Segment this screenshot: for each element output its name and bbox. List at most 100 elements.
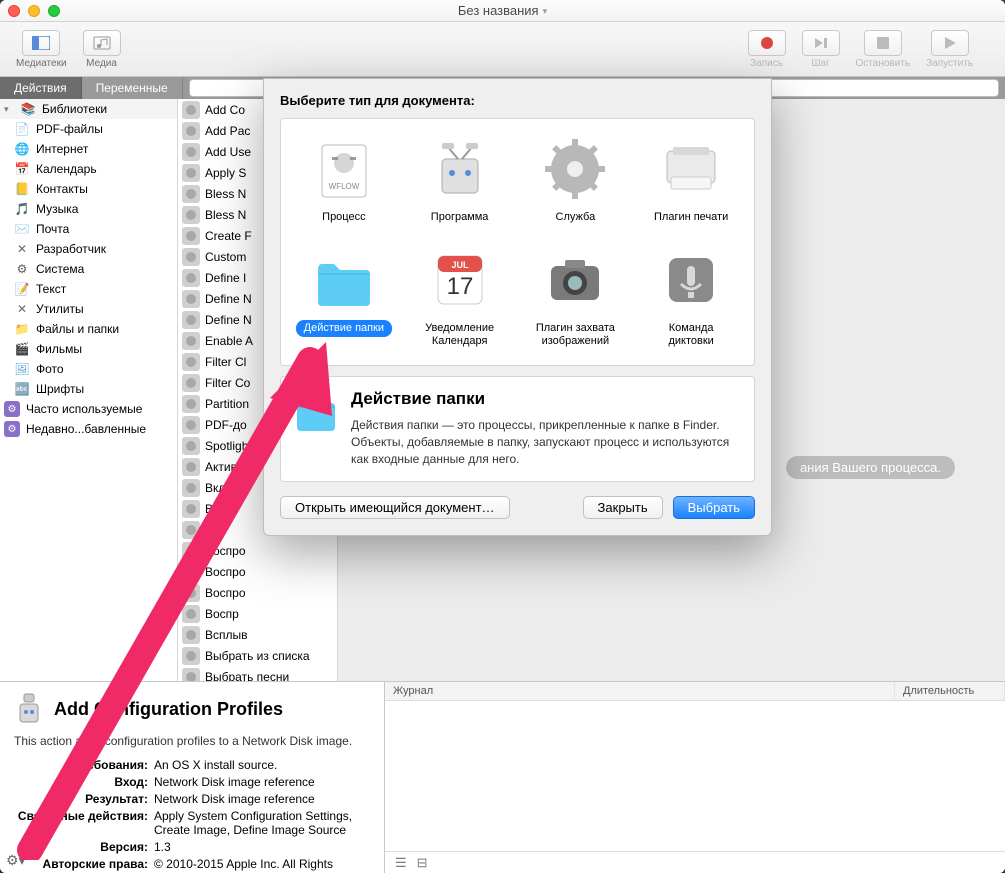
journal-col[interactable]: Журнал xyxy=(385,682,895,700)
action-icon xyxy=(182,437,200,455)
view-columns-icon[interactable]: ⊟ xyxy=(417,855,428,871)
action-row[interactable]: Выбрать из списка xyxy=(178,645,337,666)
close-button[interactable]: Закрыть xyxy=(583,496,663,519)
action-icon xyxy=(182,395,200,413)
action-label: спо xyxy=(205,523,224,537)
sidebar-item[interactable]: 📁Файлы и папки xyxy=(0,319,177,339)
sidebar-item[interactable]: 📝Текст xyxy=(0,279,177,299)
type-application[interactable]: Программа xyxy=(405,127,515,232)
info-value: 1.3 xyxy=(154,840,370,854)
sidebar-smart-item[interactable]: ⚙Недавно...бавленные xyxy=(0,419,177,439)
tab-variables[interactable]: Переменные xyxy=(82,77,183,99)
gear-icon[interactable]: ⚙︎▾ xyxy=(6,852,26,869)
category-icon: ✕ xyxy=(14,241,30,257)
action-icon xyxy=(182,479,200,497)
category-icon: 🔤 xyxy=(14,381,30,397)
run-button[interactable]: Запустить xyxy=(926,30,973,69)
action-label: Enable A xyxy=(205,334,253,348)
toolbar-label: Запись xyxy=(750,58,783,69)
category-icon: ⚙ xyxy=(14,261,30,277)
action-label: Выбрать из списка xyxy=(205,649,310,663)
action-label: Активи xyxy=(205,460,244,474)
view-list-icon[interactable]: ☰ xyxy=(395,855,407,871)
action-row[interactable]: Воспро xyxy=(178,540,337,561)
sidebar-item[interactable]: 📒Контакты xyxy=(0,179,177,199)
media-button[interactable]: Медиа xyxy=(83,30,121,69)
action-icon xyxy=(182,374,200,392)
sidebar-item[interactable]: ✉️Почта xyxy=(0,219,177,239)
action-icon xyxy=(182,626,200,644)
action-row[interactable]: Воспр xyxy=(178,603,337,624)
sidebar-item[interactable]: 🌐Интернет xyxy=(0,139,177,159)
type-print-plugin[interactable]: Плагин печати xyxy=(636,127,746,232)
automator-robot-icon xyxy=(14,692,44,726)
description-box: Действие папки Действия папки — это проц… xyxy=(280,376,755,482)
media-icon xyxy=(93,36,111,50)
action-label: Воспр xyxy=(205,607,239,621)
type-dictation[interactable]: Команда диктовки xyxy=(636,238,746,356)
category-icon: 🎵 xyxy=(14,201,30,217)
sidebar-root[interactable]: 📚Библиотеки xyxy=(0,99,177,119)
medialib-button[interactable]: Медиатеки xyxy=(16,30,67,69)
action-label: Define N xyxy=(205,292,252,306)
action-icon xyxy=(182,416,200,434)
action-icon xyxy=(182,584,200,602)
action-icon xyxy=(182,563,200,581)
type-calendar-alarm[interactable]: JUL17Уведомление Календаря xyxy=(405,238,515,356)
info-title-text: Add Configuration Profiles xyxy=(54,699,283,720)
action-icon xyxy=(182,185,200,203)
action-row[interactable]: Всплыв xyxy=(178,624,337,645)
type-folder-action[interactable]: Действие папки xyxy=(289,238,399,356)
toolbar-label: Медиа xyxy=(86,58,117,69)
sidebar-item[interactable]: 🔤Шрифты xyxy=(0,379,177,399)
info-subtitle: This action adds configuration profiles … xyxy=(14,734,370,748)
sidebar-item-label: Система xyxy=(36,262,84,276)
type-icon xyxy=(424,133,496,205)
sidebar-smart-item[interactable]: ⚙Часто используемые xyxy=(0,399,177,419)
action-icon xyxy=(182,122,200,140)
sidebar-item[interactable]: 🎵 Музыка xyxy=(0,199,177,219)
sidebar-item[interactable]: 📅Календарь xyxy=(0,159,177,179)
tab-actions[interactable]: Действия xyxy=(0,77,82,99)
toolbar: Медиатеки Медиа Запись Шаг Остановить За… xyxy=(0,22,1005,77)
sidebar-item[interactable]: ✕Утилиты xyxy=(0,299,177,319)
info-key: Результат: xyxy=(14,792,154,806)
step-button[interactable]: Шаг xyxy=(802,30,840,69)
action-label: Воспро xyxy=(205,565,246,579)
sidebar-item[interactable]: 🎬Фильмы xyxy=(0,339,177,359)
action-icon xyxy=(182,206,200,224)
action-icon xyxy=(182,248,200,266)
type-image-capture[interactable]: Плагин захвата изображений xyxy=(521,238,631,356)
journal-panel: Журнал Длительность ☰ ⊟ xyxy=(385,681,1005,873)
info-value: An OS X install source. xyxy=(154,758,370,772)
record-button[interactable]: Запись xyxy=(748,30,786,69)
duration-col[interactable]: Длительность xyxy=(895,682,1005,700)
info-key: Версия: xyxy=(14,840,154,854)
play-icon xyxy=(943,36,957,50)
sidebar-item[interactable]: 🖼Фото xyxy=(0,359,177,379)
type-service[interactable]: Служба xyxy=(521,127,631,232)
sidebar-item[interactable]: 📄PDF-файлы xyxy=(0,119,177,139)
action-label: Включи xyxy=(205,481,247,495)
action-icon xyxy=(182,164,200,182)
type-icon: JUL17 xyxy=(424,244,496,316)
description-body: Действия папки — это процессы, прикрепле… xyxy=(351,417,742,469)
open-existing-button[interactable]: Открыть имеющийся документ… xyxy=(280,496,510,519)
stop-button[interactable]: Остановить xyxy=(856,30,911,69)
action-row[interactable]: Воспро xyxy=(178,582,337,603)
sheet-buttons: Открыть имеющийся документ… Закрыть Выбр… xyxy=(280,496,755,519)
sidebar-item[interactable]: ⚙ Система xyxy=(0,259,177,279)
sidebar-root-label: Библиотеки xyxy=(42,102,107,116)
sidebar-item-label: Почта xyxy=(36,222,69,236)
type-icon: WFLOW xyxy=(308,133,380,205)
type-workflow[interactable]: WFLOWПроцесс xyxy=(289,127,399,232)
info-row: Требования:An OS X install source. xyxy=(14,758,370,772)
sidebar-item-label: Файлы и папки xyxy=(36,322,119,336)
category-icon: 📝 xyxy=(14,281,30,297)
sidebar-item[interactable]: ✕Разработчик xyxy=(0,239,177,259)
type-icon xyxy=(655,244,727,316)
window-title: Без названия xyxy=(0,3,1005,18)
choose-button[interactable]: Выбрать xyxy=(673,496,755,519)
action-row[interactable]: Воспро xyxy=(178,561,337,582)
sidebar-item-label: Музыка xyxy=(36,202,78,216)
